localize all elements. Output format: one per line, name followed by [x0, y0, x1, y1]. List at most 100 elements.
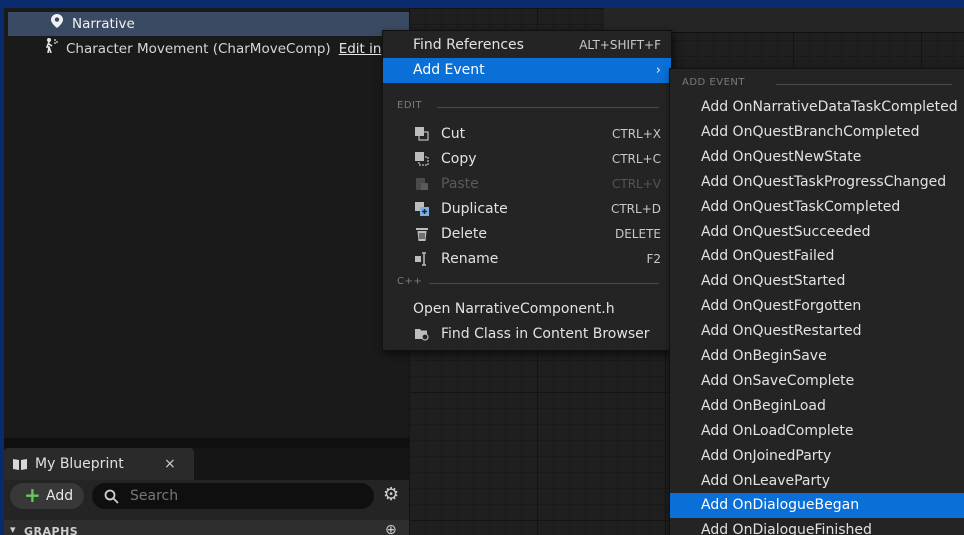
search-input[interactable]: Search: [92, 483, 374, 509]
menu-item-duplicate[interactable]: Duplicate CTRL+D: [383, 197, 671, 222]
menu-item-label: Open NarrativeComponent.h: [413, 301, 615, 317]
section-label: ADD EVENT: [682, 77, 745, 88]
submenu-item[interactable]: Add OnLeaveParty: [670, 469, 964, 494]
submenu-item[interactable]: Add OnQuestForgotten: [670, 294, 964, 319]
submenu-item[interactable]: Add OnQuestBranchCompleted: [670, 120, 964, 145]
submenu-item-label: Add OnQuestTaskCompleted: [701, 198, 901, 215]
submenu-item-label: Add OnNarrativeDataTaskCompleted: [701, 99, 958, 115]
add-graph-icon[interactable]: ⊕: [385, 522, 397, 535]
submenu-item-label: Add OnDialogueBegan: [701, 497, 860, 514]
component-row-character-movement[interactable]: Character Movement (CharMoveComp) Edit in: [4, 37, 381, 61]
panel-divider: [4, 438, 409, 448]
menu-item-copy[interactable]: Copy CTRL+C: [383, 147, 671, 172]
shortcut-label: CTRL+V: [612, 177, 661, 191]
submenu-item[interactable]: Add OnLoadComplete: [670, 419, 964, 444]
add-label: Add: [46, 488, 74, 504]
submenu-item[interactable]: Add OnDialogueFinished: [670, 518, 964, 535]
submenu-item[interactable]: Add OnQuestNewState: [670, 145, 964, 170]
menu-item-label: Cut: [441, 126, 466, 142]
shortcut-label: CTRL+X: [611, 127, 661, 141]
menu-item-label: Duplicate: [441, 201, 508, 217]
submenu-item-label: Add OnQuestForgotten: [701, 298, 862, 315]
paste-icon: [415, 177, 429, 191]
submenu-item[interactable]: Add OnQuestTaskCompleted: [670, 195, 964, 220]
section-header-cpp: C++: [397, 276, 659, 290]
submenu-item[interactable]: Add OnQuestSucceeded: [670, 220, 964, 245]
edit-in-link[interactable]: Edit in: [339, 41, 382, 57]
graphs-label: GRAPHS: [24, 525, 79, 535]
submenu-item-label: Add OnQuestNewState: [701, 148, 862, 165]
submenu-item[interactable]: Add OnQuestStarted: [670, 269, 964, 294]
component-label: Character Movement (CharMoveComp): [66, 41, 331, 57]
submenu-item[interactable]: Add OnSaveComplete: [670, 369, 964, 394]
menu-item-label: Rename: [441, 251, 499, 267]
submenu-item-label: Add OnBeginSave: [701, 348, 827, 364]
menu-item-label: Find Class in Content Browser: [441, 326, 650, 342]
section-label: C++: [397, 276, 423, 287]
location-pin-icon: [48, 12, 66, 36]
section-divider: [437, 107, 659, 108]
menu-item-delete[interactable]: Delete DELETE: [383, 222, 671, 247]
submenu-item-label: Add OnQuestSucceeded: [701, 223, 871, 240]
submenu-item-label: Add OnDialogueFinished: [701, 522, 872, 535]
trash-icon: [415, 227, 429, 241]
components-panel: Narrative Character Movement (CharMoveCo…: [4, 8, 409, 438]
search-placeholder: Search: [130, 488, 179, 504]
menu-item-open-header[interactable]: Open NarrativeComponent.h: [383, 297, 671, 322]
tab-title: My Blueprint: [35, 456, 124, 472]
menu-item-add-event[interactable]: Add Event ›: [383, 58, 671, 83]
chevron-down-icon: ▾: [10, 523, 16, 535]
submenu-item[interactable]: Add OnQuestTaskProgressChanged: [670, 170, 964, 195]
submenu-item[interactable]: Add OnDialogueBegan: [670, 493, 964, 519]
submenu-item-label: Add OnLeaveParty: [701, 472, 831, 489]
submenu-item-label: Add OnQuestFailed: [701, 248, 835, 265]
component-label: Narrative: [72, 16, 135, 32]
submenu-item[interactable]: Add OnBeginSave: [670, 344, 964, 369]
menu-item-label: Paste: [441, 176, 479, 192]
component-row-narrative[interactable]: Narrative: [8, 12, 409, 36]
book-icon: [12, 448, 28, 480]
submenu-item-label: Add OnQuestBranchCompleted: [701, 123, 920, 140]
section-divider: [776, 84, 952, 85]
menu-item-find-class[interactable]: Find Class in Content Browser: [383, 322, 671, 347]
menu-item-cut[interactable]: Cut CTRL+X: [383, 122, 671, 147]
submenu-item-label: Add OnSaveComplete: [701, 372, 855, 389]
character-movement-icon: [42, 37, 60, 61]
editor-window: Narrative Character Movement (CharMoveCo…: [4, 8, 964, 535]
menu-item-rename[interactable]: Rename F2: [383, 247, 671, 272]
chevron-right-icon: ›: [655, 63, 661, 78]
shortcut-label: ALT+SHIFT+F: [579, 38, 661, 52]
add-event-submenu: ADD EVENT Add OnNarrativeDataTaskComplet…: [669, 68, 964, 535]
submenu-item[interactable]: Add OnQuestFailed: [670, 244, 964, 269]
close-icon[interactable]: ×: [164, 448, 176, 480]
submenu-item-label: Add OnJoinedParty: [701, 447, 832, 464]
section-header-add-event: ADD EVENT: [682, 77, 952, 91]
shortcut-label: F2: [646, 252, 661, 266]
submenu-item[interactable]: Add OnBeginLoad: [670, 394, 964, 419]
submenu-item-label: Add OnQuestStarted: [701, 273, 846, 290]
menu-item-paste: Paste CTRL+V: [383, 172, 671, 197]
submenu-item[interactable]: Add OnJoinedParty: [670, 444, 964, 469]
copy-icon: [415, 152, 429, 166]
section-header-edit: EDIT: [397, 100, 659, 114]
tab-my-blueprint[interactable]: My Blueprint ×: [4, 448, 194, 480]
add-button[interactable]: + Add: [10, 483, 84, 509]
gear-icon[interactable]: ⚙: [383, 484, 399, 505]
plus-icon: +: [24, 483, 41, 507]
duplicate-icon: [415, 202, 429, 216]
menu-item-label: Find References: [413, 37, 524, 53]
section-divider: [429, 283, 659, 284]
rename-icon: [415, 252, 429, 266]
submenu-item[interactable]: Add OnQuestRestarted: [670, 319, 964, 344]
cut-icon: [415, 127, 429, 141]
menu-item-find-references[interactable]: Find References ALT+SHIFT+F: [383, 33, 671, 58]
menu-item-label: Add Event: [413, 62, 485, 78]
submenu-item[interactable]: Add OnNarrativeDataTaskCompleted: [670, 95, 964, 120]
section-label: EDIT: [397, 100, 423, 111]
submenu-item-label: Add OnLoadComplete: [701, 422, 854, 439]
search-icon: [104, 483, 119, 509]
graphs-section-header[interactable]: ▾ GRAPHS ⊕: [4, 520, 409, 535]
context-menu: Find References ALT+SHIFT+F Add Event › …: [382, 30, 672, 351]
submenu-item-label: Add OnQuestTaskProgressChanged: [701, 173, 947, 190]
menu-item-label: Copy: [441, 151, 477, 167]
